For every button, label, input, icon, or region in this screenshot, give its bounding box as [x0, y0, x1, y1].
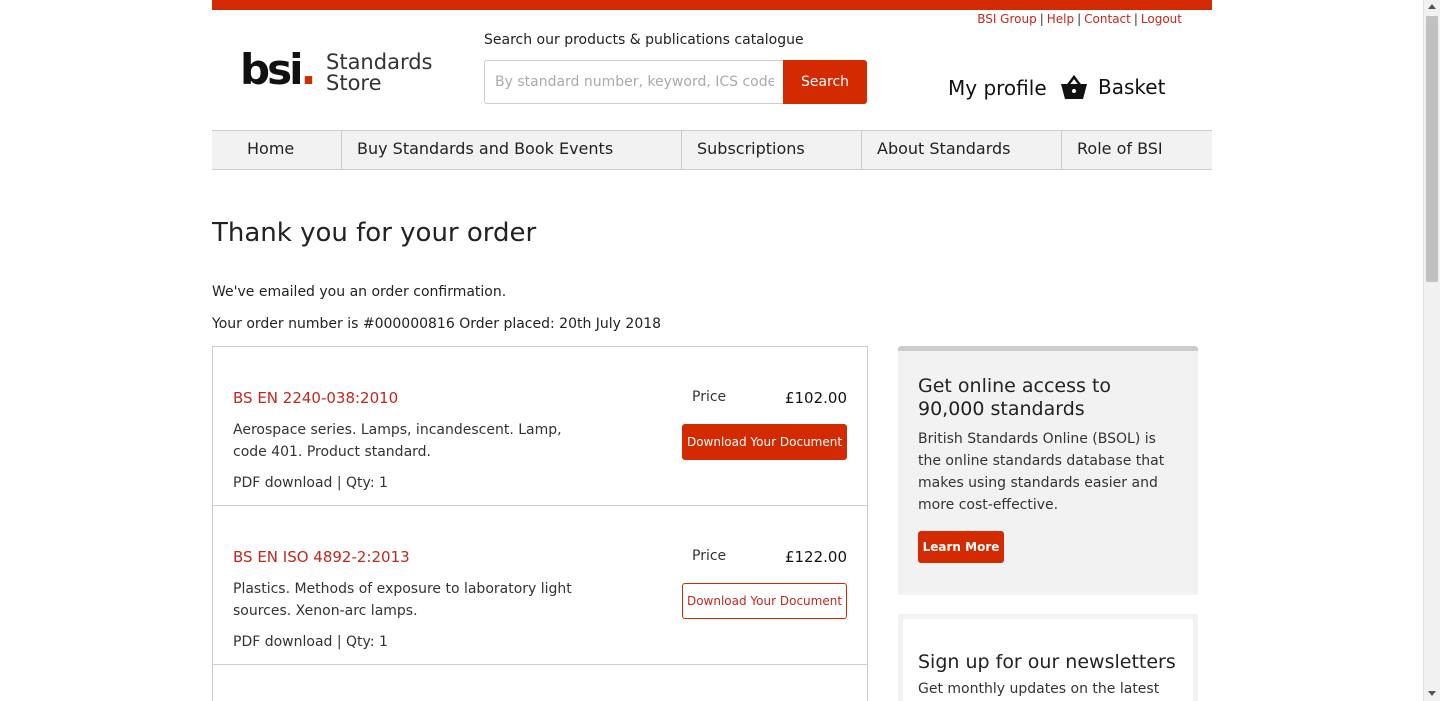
order-item: BS EN ISO 4892-2:2013 Plastics. Methods … [213, 506, 867, 665]
search-input[interactable] [484, 60, 784, 104]
order-item-description: Aerospace series. Lamps, incandescent. L… [233, 422, 562, 460]
order-item-meta: PDF download | Qty: 1 [233, 634, 388, 650]
logo-mark: bsi. [240, 45, 316, 94]
my-profile-link[interactable]: My profile [948, 76, 1047, 100]
help-link[interactable]: Help [1047, 12, 1074, 26]
utility-links: BSI Group | Help | Contact | Logout [977, 12, 1182, 26]
search-button[interactable]: Search [783, 60, 867, 104]
confirmation-message: We've emailed you an order confirmation. [212, 284, 507, 300]
page-scrollbar[interactable] [1423, 0, 1440, 701]
newsletter-title: Sign up for our newsletters [918, 651, 1176, 673]
download-document-button[interactable]: Download Your Document [682, 583, 847, 619]
promo-text: British Standards Online (BSOL) is the o… [918, 431, 1165, 513]
order-number: Your order number is #000000816 Order pl… [212, 316, 661, 332]
search-label: Search our products & publications catal… [484, 32, 804, 48]
nav-subscriptions[interactable]: Subscriptions [682, 131, 862, 169]
newsletter-panel: Sign up for our newsletters Get monthly … [898, 614, 1198, 701]
order-item-code-link[interactable]: BS EN 2240-038:2010 [233, 389, 398, 407]
learn-more-button[interactable]: Learn More [918, 531, 1004, 563]
logout-link[interactable]: Logout [1141, 12, 1182, 26]
brand-top-bar [212, 0, 1212, 10]
promo-title: Get online access to 90,000 standards [918, 375, 1112, 420]
scrollbar-thumb[interactable] [1426, 16, 1438, 282]
order-placed-date: Order placed: 20th July 2018 [459, 316, 662, 332]
order-item-meta: PDF download | Qty: 1 [233, 475, 388, 491]
order-number-label: Your order number is #000000816 [212, 316, 455, 332]
bsol-promo-panel: Get online access to 90,000 standards Br… [898, 346, 1198, 595]
basket-link[interactable]: Basket [1060, 74, 1165, 100]
page-title: Thank you for your order [212, 218, 537, 248]
price-value: £102.00 [784, 389, 847, 407]
price-label: Price [692, 389, 727, 405]
newsletter-text: Get monthly updates on the latest [918, 681, 1160, 697]
bsi-group-link[interactable]: BSI Group [977, 12, 1037, 26]
order-item-code-link[interactable]: BS EN ISO 4892-2:2013 [233, 548, 410, 566]
main-nav: Home Buy Standards and Book Events Subsc… [212, 130, 1212, 170]
nav-role-of-bsi[interactable]: Role of BSI [1062, 131, 1212, 169]
download-document-button[interactable]: Download Your Document [682, 424, 847, 460]
price-label: Price [692, 548, 727, 564]
nav-buy-standards[interactable]: Buy Standards and Book Events [342, 131, 682, 169]
order-item: BS EN 2240-038:2010 Aerospace series. La… [213, 347, 867, 506]
contact-link[interactable]: Contact [1084, 12, 1131, 26]
bsi-logo[interactable]: bsi. Standards Store [240, 46, 440, 100]
nav-about-standards[interactable]: About Standards [862, 131, 1062, 169]
basket-icon [1061, 74, 1087, 99]
order-items-list: BS EN 2240-038:2010 Aerospace series. La… [212, 346, 868, 701]
scroll-down-arrow-icon[interactable] [1428, 691, 1436, 696]
nav-home[interactable]: Home [212, 131, 342, 169]
logo-store-text: Standards Store [326, 50, 433, 95]
basket-label: Basket [1098, 75, 1166, 99]
order-item-description: Plastics. Methods of exposure to laborat… [233, 581, 572, 619]
price-value: £122.00 [784, 548, 847, 566]
scroll-up-arrow-icon[interactable] [1428, 4, 1436, 9]
